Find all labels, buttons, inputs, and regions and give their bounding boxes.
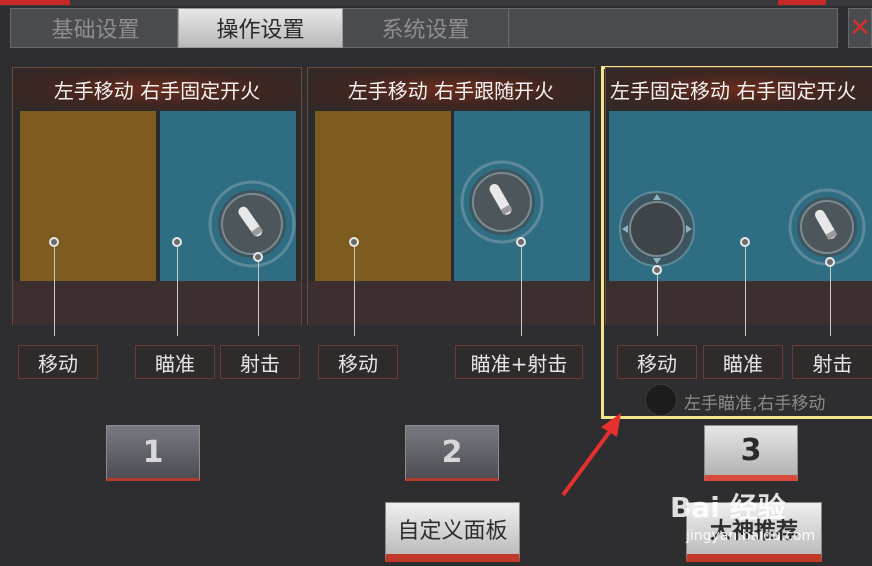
tab-basic-settings[interactable]: 基础设置	[14, 8, 178, 48]
control-scheme-card-3[interactable]: 左手固定移动 右手固定开火	[605, 67, 872, 325]
pointer-line	[177, 243, 178, 336]
caption-move: 移动	[318, 345, 398, 379]
card-footer-area	[606, 281, 872, 325]
pointer-line	[830, 263, 831, 336]
pointer-dot	[740, 237, 750, 247]
move-zone	[315, 111, 451, 281]
caption-aim: 瞄准	[135, 345, 215, 379]
top-accent-bar	[0, 0, 70, 5]
pointer-line	[521, 243, 522, 336]
pointer-line	[354, 243, 355, 336]
fire-button-icon	[460, 160, 544, 244]
caption-fire: 射击	[792, 345, 872, 379]
option-1-button[interactable]: 1	[106, 425, 200, 481]
swap-hands-label: 左手瞄准,右手移动	[684, 394, 826, 414]
pointer-line	[745, 243, 746, 336]
tab-operation-settings[interactable]: 操作设置	[178, 8, 343, 48]
pointer-dot	[516, 237, 526, 247]
custom-panel-button[interactable]: 自定义面板	[385, 502, 520, 562]
swap-hands-toggle[interactable]	[645, 384, 677, 416]
pointer-line	[258, 258, 259, 336]
pointer-line	[657, 270, 658, 336]
arrow-annotation	[561, 413, 621, 497]
caption-move: 移动	[18, 345, 98, 379]
pointer-dot	[652, 265, 662, 275]
top-accent-bar	[778, 0, 826, 5]
close-icon[interactable]: ✕	[848, 8, 872, 48]
pointer-dot	[49, 237, 59, 247]
caption-move: 移动	[617, 345, 697, 379]
card-title: 左手固定移动 右手固定开火	[606, 68, 872, 110]
top-strip	[0, 0, 872, 6]
card-title: 左手移动 右手跟随开火	[308, 68, 594, 110]
card-title: 左手移动 右手固定开火	[13, 68, 301, 110]
pointer-dot	[825, 257, 835, 267]
pointer-dot	[253, 252, 263, 262]
caption-aim: 瞄准	[703, 345, 783, 379]
caption-aim-fire: 瞄准+射击	[455, 345, 583, 379]
joystick-icon	[619, 191, 695, 267]
option-3-button[interactable]: 3	[704, 425, 798, 481]
pointer-dot	[172, 237, 182, 247]
pointer-dot	[349, 237, 359, 247]
watermark-logo: Bai 经验	[670, 491, 786, 524]
option-2-button[interactable]: 2	[405, 425, 499, 481]
control-scheme-card-2[interactable]: 左手移动 右手跟随开火	[307, 67, 595, 325]
pointer-line	[54, 243, 55, 336]
fire-button-icon	[208, 180, 296, 268]
caption-fire: 射击	[220, 345, 300, 379]
watermark-url: jingyan.baidu.com	[686, 528, 816, 544]
fire-button-icon	[788, 188, 866, 266]
custom-panel-label: 自定义面板	[397, 518, 508, 544]
move-zone	[20, 111, 156, 281]
card-footer-area	[308, 281, 594, 325]
tab-system-settings[interactable]: 系统设置	[343, 8, 509, 48]
